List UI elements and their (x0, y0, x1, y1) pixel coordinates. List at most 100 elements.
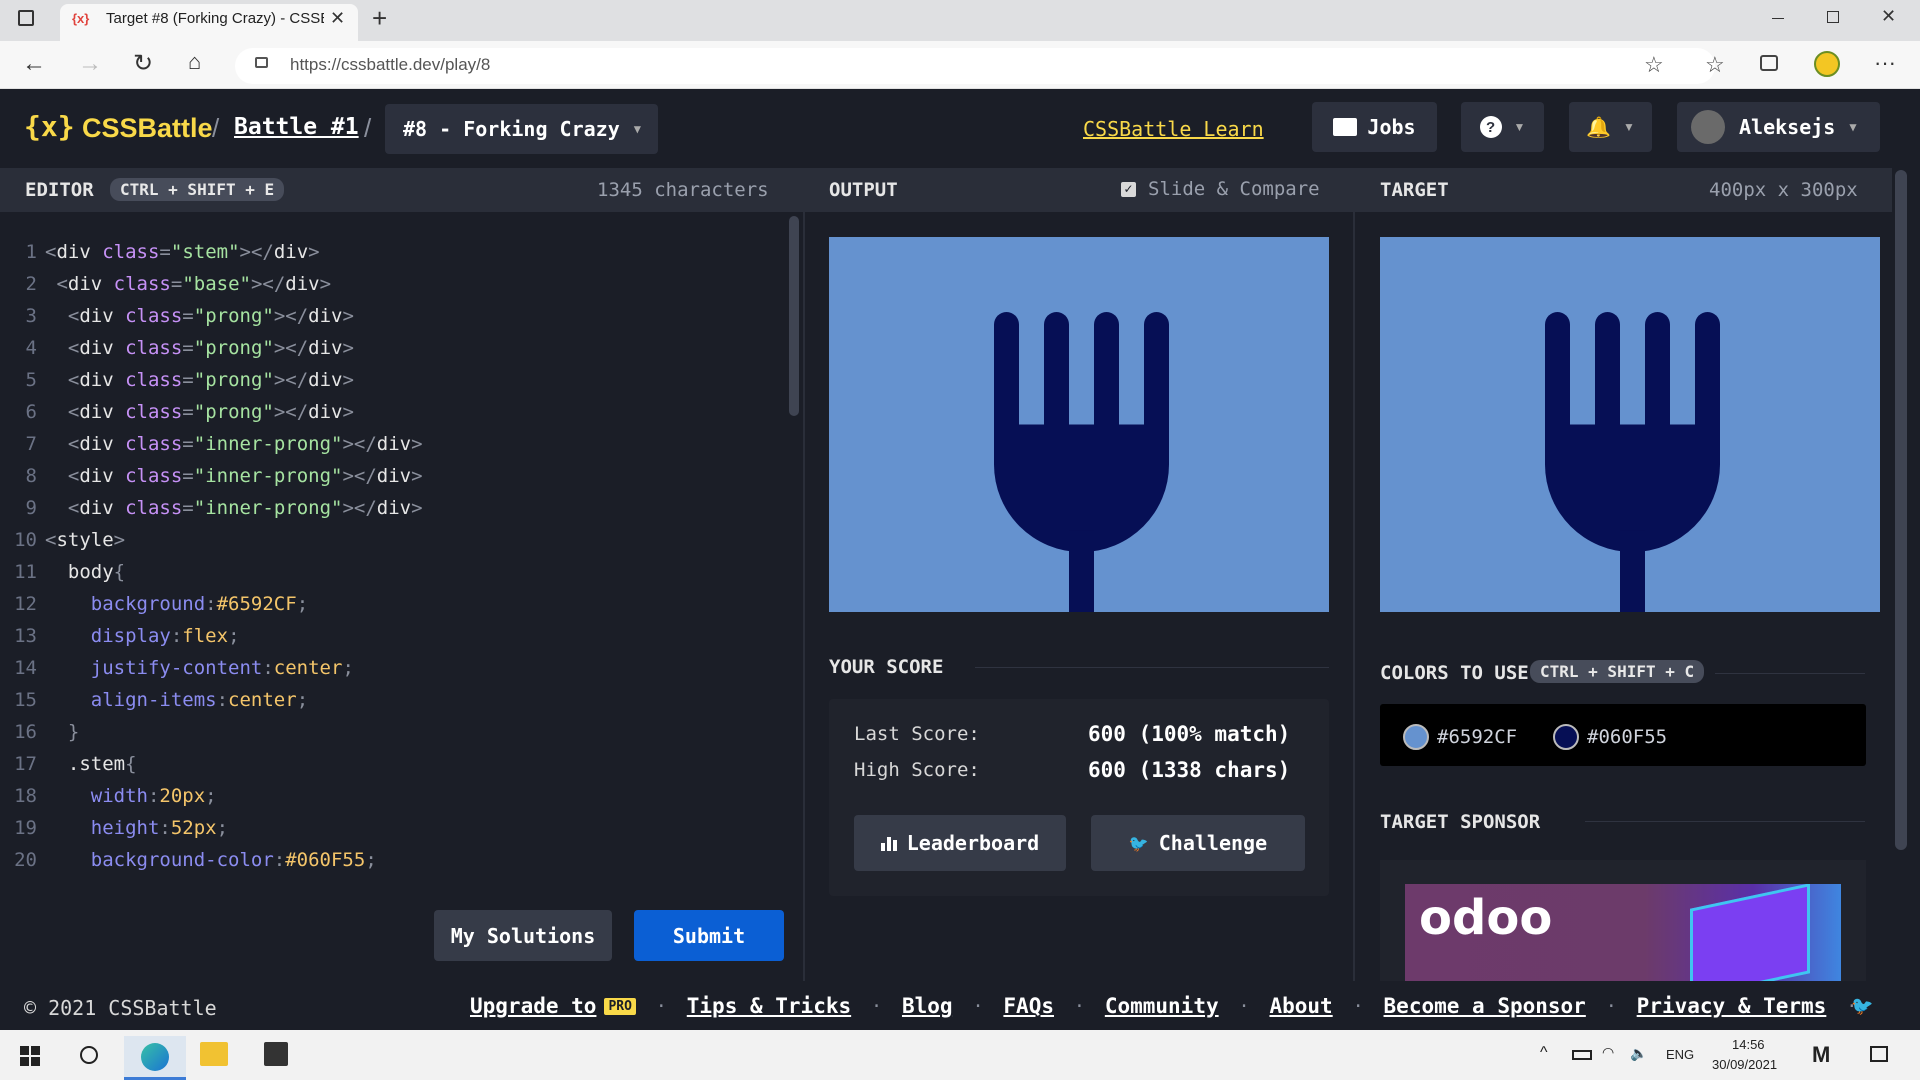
tray-overflow-icon[interactable]: ^ (1540, 1044, 1548, 1062)
code-token: #060F55 (285, 849, 366, 871)
checkbox-checked-icon[interactable]: ✓ (1121, 181, 1136, 197)
upgrade-link[interactable]: Upgrade to PRO (470, 994, 636, 1018)
restore-window-icon[interactable] (1827, 11, 1839, 23)
user-menu[interactable]: Aleksejs ▼ (1677, 102, 1880, 152)
notifications-button[interactable]: 🔔 ▼ (1569, 102, 1652, 152)
reload-icon[interactable]: ↻ (133, 49, 153, 78)
close-window-icon[interactable]: ✕ (1881, 6, 1896, 27)
language-indicator[interactable]: ENG (1666, 1047, 1694, 1062)
code-line[interactable]: 9 <div class="inner-prong"></div> (0, 492, 423, 524)
add-favorite-icon[interactable]: ☆ (1644, 52, 1664, 78)
code-token: = (182, 401, 194, 423)
code-line[interactable]: 11 body{ (0, 556, 125, 588)
jobs-button[interactable]: Jobs (1312, 102, 1437, 152)
colors-title: COLORS TO USE (1380, 662, 1529, 684)
code-token: : (216, 689, 229, 711)
store-icon[interactable] (264, 1042, 288, 1066)
code-token: = (182, 369, 194, 391)
my-solutions-button[interactable]: My Solutions (434, 910, 612, 961)
forward-icon[interactable]: → (78, 50, 102, 78)
favorites-icon[interactable]: ☆ (1705, 52, 1725, 78)
code-token: div (56, 241, 103, 263)
code-line[interactable]: 1 <div class="stem"></div> (0, 236, 320, 268)
footer-link[interactable]: Tips & Tricks (687, 994, 851, 1018)
minimize-window-icon[interactable] (1772, 18, 1784, 19)
code-token: .stem (45, 753, 126, 775)
code-line[interactable]: 13 display:flex; (0, 620, 239, 652)
editor-scrollbar[interactable] (789, 216, 799, 416)
battle-link[interactable]: Battle #1 (234, 114, 359, 140)
code-line[interactable]: 17 .stem{ (0, 748, 136, 780)
clock-date[interactable]: 30/09/2021 (1712, 1057, 1777, 1072)
target-selector[interactable]: #8 - Forking Crazy ▼ (385, 104, 658, 154)
output-canvas[interactable] (829, 237, 1329, 612)
code-token: div (376, 497, 412, 519)
code-editor[interactable]: 1 <div class="stem"></div> 2 <div class="b… (0, 212, 790, 892)
help-button[interactable]: ? ▼ (1461, 102, 1544, 152)
code-line[interactable]: 4 <div class="prong"></div> (0, 332, 354, 364)
clock-time[interactable]: 14:56 (1732, 1037, 1765, 1052)
code-token: > (319, 273, 332, 295)
footer-link[interactable]: Privacy & Terms (1637, 994, 1827, 1018)
code-line[interactable]: 20 background-color:#060F55; (0, 844, 377, 876)
code-line[interactable]: 14 justify-content:center; (0, 652, 354, 684)
tab-actions-icon[interactable] (18, 10, 34, 26)
code-line[interactable]: 10 <style> (0, 524, 125, 556)
challenge-button[interactable]: 🐦 Challenge (1091, 815, 1305, 871)
home-icon[interactable]: ⌂ (188, 49, 201, 75)
close-tab-icon[interactable]: ✕ (330, 8, 345, 29)
code-token: : (170, 625, 183, 647)
learn-link[interactable]: CSSBattle Learn (1083, 117, 1264, 141)
edge-browser-icon[interactable] (124, 1036, 186, 1080)
collections-icon[interactable] (1760, 55, 1778, 71)
footer-separator: · (1073, 995, 1085, 1017)
url-text: https://cssbattle.dev/play/8 (290, 55, 491, 74)
colors-title-rule (1715, 673, 1865, 674)
browser-menu-icon[interactable]: ··· (1874, 50, 1896, 76)
file-explorer-icon[interactable] (200, 1042, 228, 1066)
volume-icon[interactable]: 🔈 (1630, 1045, 1647, 1062)
code-line[interactable]: 12 background:#6592CF; (0, 588, 308, 620)
code-line[interactable]: 6 <div class="prong"></div> (0, 396, 354, 428)
chevron-down-icon: ▼ (1513, 120, 1526, 134)
footer-link[interactable]: Blog (902, 994, 953, 1018)
footer-link[interactable]: Become a Sponsor (1384, 994, 1586, 1018)
logo-mark[interactable]: {x} (24, 110, 75, 143)
target-canvas (1380, 237, 1880, 612)
submit-button[interactable]: Submit (634, 910, 784, 961)
high-score-value: 600 (1338 chars) (1088, 758, 1291, 782)
footer-link[interactable]: About (1269, 994, 1332, 1018)
code-line[interactable]: 16 } (0, 716, 79, 748)
tab-favicon: {x} (72, 11, 90, 26)
back-icon[interactable]: ← (22, 50, 46, 78)
logo-text[interactable]: CSSBattle (82, 113, 213, 144)
code-line[interactable]: 8 <div class="inner-prong"></div> (0, 460, 423, 492)
code-line[interactable]: 5 <div class="prong"></div> (0, 364, 354, 396)
notifications-center-icon[interactable] (1870, 1046, 1888, 1062)
color-swatch-2[interactable]: #060F55 (1553, 724, 1667, 750)
new-tab-icon[interactable]: + (372, 3, 387, 34)
color-swatch-1[interactable]: #6592CF (1403, 724, 1517, 750)
code-token: div (376, 465, 412, 487)
slide-compare-toggle[interactable]: ✓ Slide & Compare (1121, 178, 1320, 200)
code-line[interactable]: 3 <div class="prong"></div> (0, 300, 354, 332)
footer-link[interactable]: FAQs (1003, 994, 1054, 1018)
footer-link[interactable]: Community (1105, 994, 1219, 1018)
profile-avatar[interactable] (1814, 51, 1840, 77)
line-number: 13 (14, 625, 37, 647)
search-icon[interactable] (80, 1046, 98, 1064)
code-line[interactable]: 7 <div class="inner-prong"></div> (0, 428, 423, 460)
code-line[interactable]: 2 <div class="base"></div> (0, 268, 332, 300)
code-line[interactable]: 15 align-items:center; (0, 684, 308, 716)
code-line[interactable]: 19 height:52px; (0, 812, 228, 844)
miro-icon[interactable]: M (1812, 1042, 1830, 1068)
twitter-icon[interactable]: 🐦 (1851, 996, 1873, 1017)
page-scrollbar-thumb[interactable] (1895, 170, 1907, 850)
wifi-icon[interactable]: ◠ (1602, 1044, 1614, 1061)
color-code: #6592CF (1437, 726, 1518, 748)
windows-start-icon[interactable] (20, 1046, 40, 1066)
sponsor-banner[interactable]: odoo (1405, 884, 1841, 981)
leaderboard-button[interactable]: Leaderboard (854, 815, 1066, 871)
code-line[interactable]: 18 width:20px; (0, 780, 217, 812)
line-number: 18 (14, 785, 37, 807)
